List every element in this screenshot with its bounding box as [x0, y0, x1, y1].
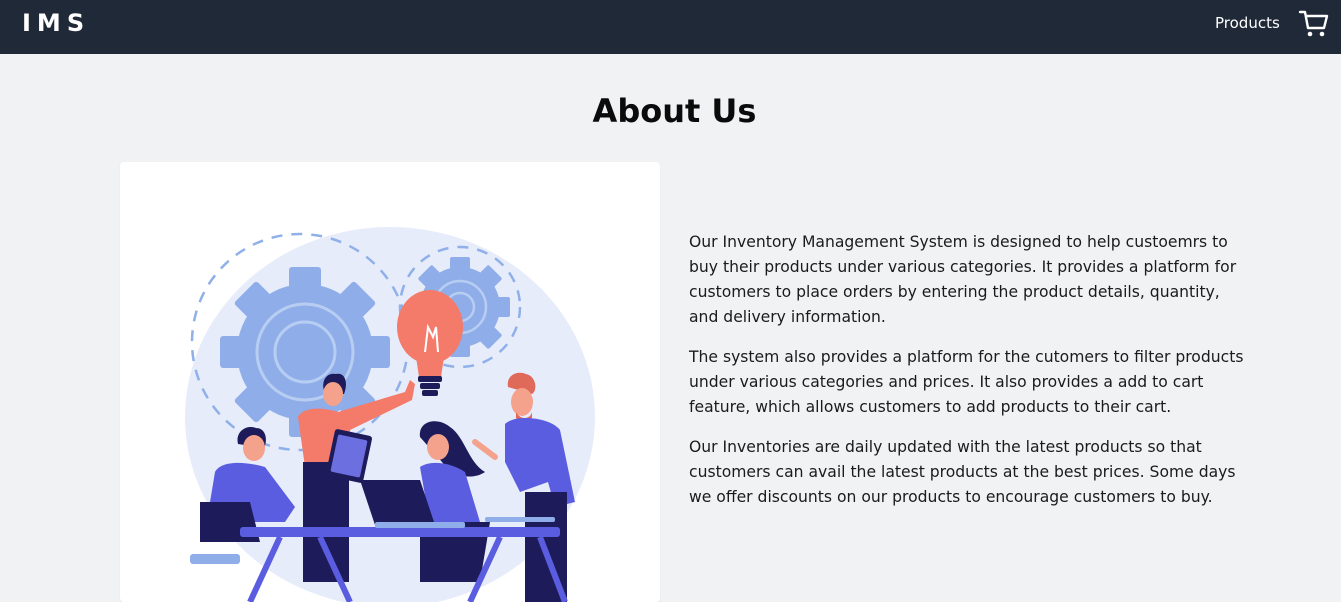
nav-link-products[interactable]: Products [1215, 14, 1280, 32]
page-title: About Us [592, 92, 757, 130]
about-paragraph-1: Our Inventory Management System is desig… [689, 233, 1237, 326]
top-navbar: IMS Products [0, 0, 1341, 54]
about-text: Our Inventory Management System is desig… [689, 230, 1249, 525]
about-illustration-card [120, 162, 660, 602]
team-illustration [185, 227, 595, 602]
about-paragraph-3: Our Inventories are daily updated with t… [689, 438, 1236, 506]
brand-logo[interactable]: IMS [22, 9, 90, 37]
cart-icon[interactable] [1298, 8, 1330, 40]
about-paragraph-2: The system also provides a platform for … [689, 348, 1244, 416]
